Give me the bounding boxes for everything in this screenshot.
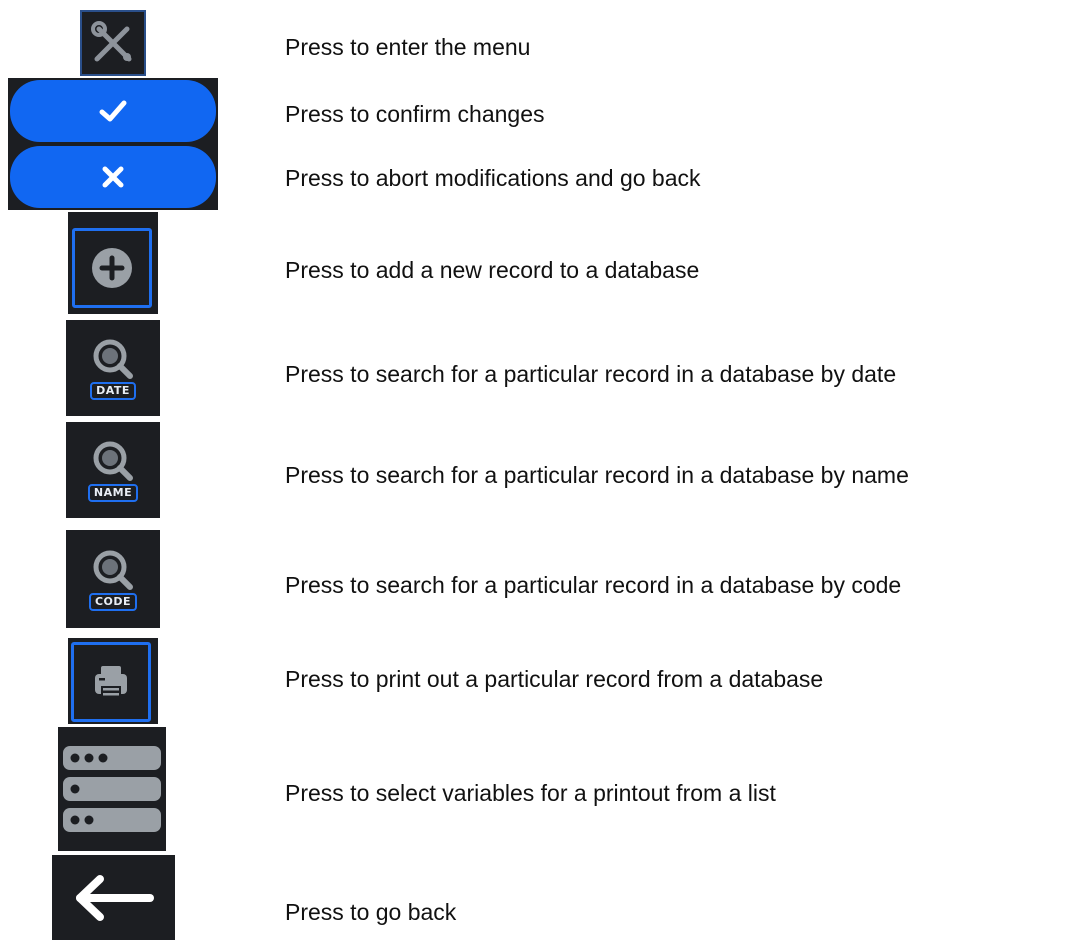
legend-row-menu: Press to enter the menu — [0, 0, 1079, 78]
tools-icon — [91, 21, 132, 62]
legend-description: Press to confirm changes — [285, 101, 545, 127]
legend-row-confirm: Press to confirm changes — [0, 78, 1079, 144]
search-name-button[interactable]: NAME — [66, 422, 160, 518]
legend-description: Press to enter the menu — [285, 34, 531, 60]
search-code-label: CODE — [88, 593, 138, 611]
search-code-button[interactable]: CODE — [66, 530, 160, 628]
legend-row-search-code: CODE Press to search for a particular re… — [0, 530, 1079, 628]
legend-row-add: Press to add a new record to a database — [0, 212, 1079, 314]
plus-icon — [92, 248, 132, 288]
legend-description: Press to search for a particular record … — [285, 572, 902, 598]
legend-row-search-name: NAME Press to search for a particular re… — [0, 422, 1079, 518]
select-variables-button[interactable] — [58, 727, 166, 851]
check-icon — [99, 100, 127, 122]
legend-description: Press to search for a particular record … — [285, 462, 909, 488]
back-button[interactable] — [52, 855, 175, 940]
add-record-button[interactable] — [72, 228, 152, 308]
close-icon — [102, 166, 124, 188]
legend-row-back: Press to go back — [0, 855, 1079, 940]
print-button[interactable] — [71, 642, 151, 722]
legend-row-search-date: DATE Press to search for a particular re… — [0, 320, 1079, 416]
legend-description: Press to print out a particular record f… — [285, 666, 824, 692]
search-date-label: DATE — [90, 382, 136, 400]
search-name-label: NAME — [87, 484, 139, 502]
legend-description: Press to abort modifications and go back — [285, 165, 701, 191]
arrow-left-icon — [75, 874, 154, 921]
menu-button[interactable] — [80, 10, 146, 76]
legend-description: Press to search for a particular record … — [285, 361, 897, 387]
legend-row-print: Press to print out a particular record f… — [0, 638, 1079, 724]
search-icon — [93, 339, 133, 379]
legend-description: Press to go back — [285, 899, 457, 925]
confirm-button[interactable] — [10, 80, 216, 142]
legend-row-list: Press to select variables for a printout… — [0, 727, 1079, 851]
abort-button[interactable] — [10, 146, 216, 208]
search-icon — [93, 550, 133, 590]
search-icon — [93, 441, 133, 481]
legend-description: Press to add a new record to a database — [285, 257, 700, 283]
legend-row-abort: Press to abort modifications and go back — [0, 145, 1079, 211]
list-icon — [63, 746, 161, 832]
search-date-button[interactable]: DATE — [66, 320, 160, 416]
printer-icon — [95, 666, 127, 698]
legend-description: Press to select variables for a printout… — [285, 780, 776, 806]
